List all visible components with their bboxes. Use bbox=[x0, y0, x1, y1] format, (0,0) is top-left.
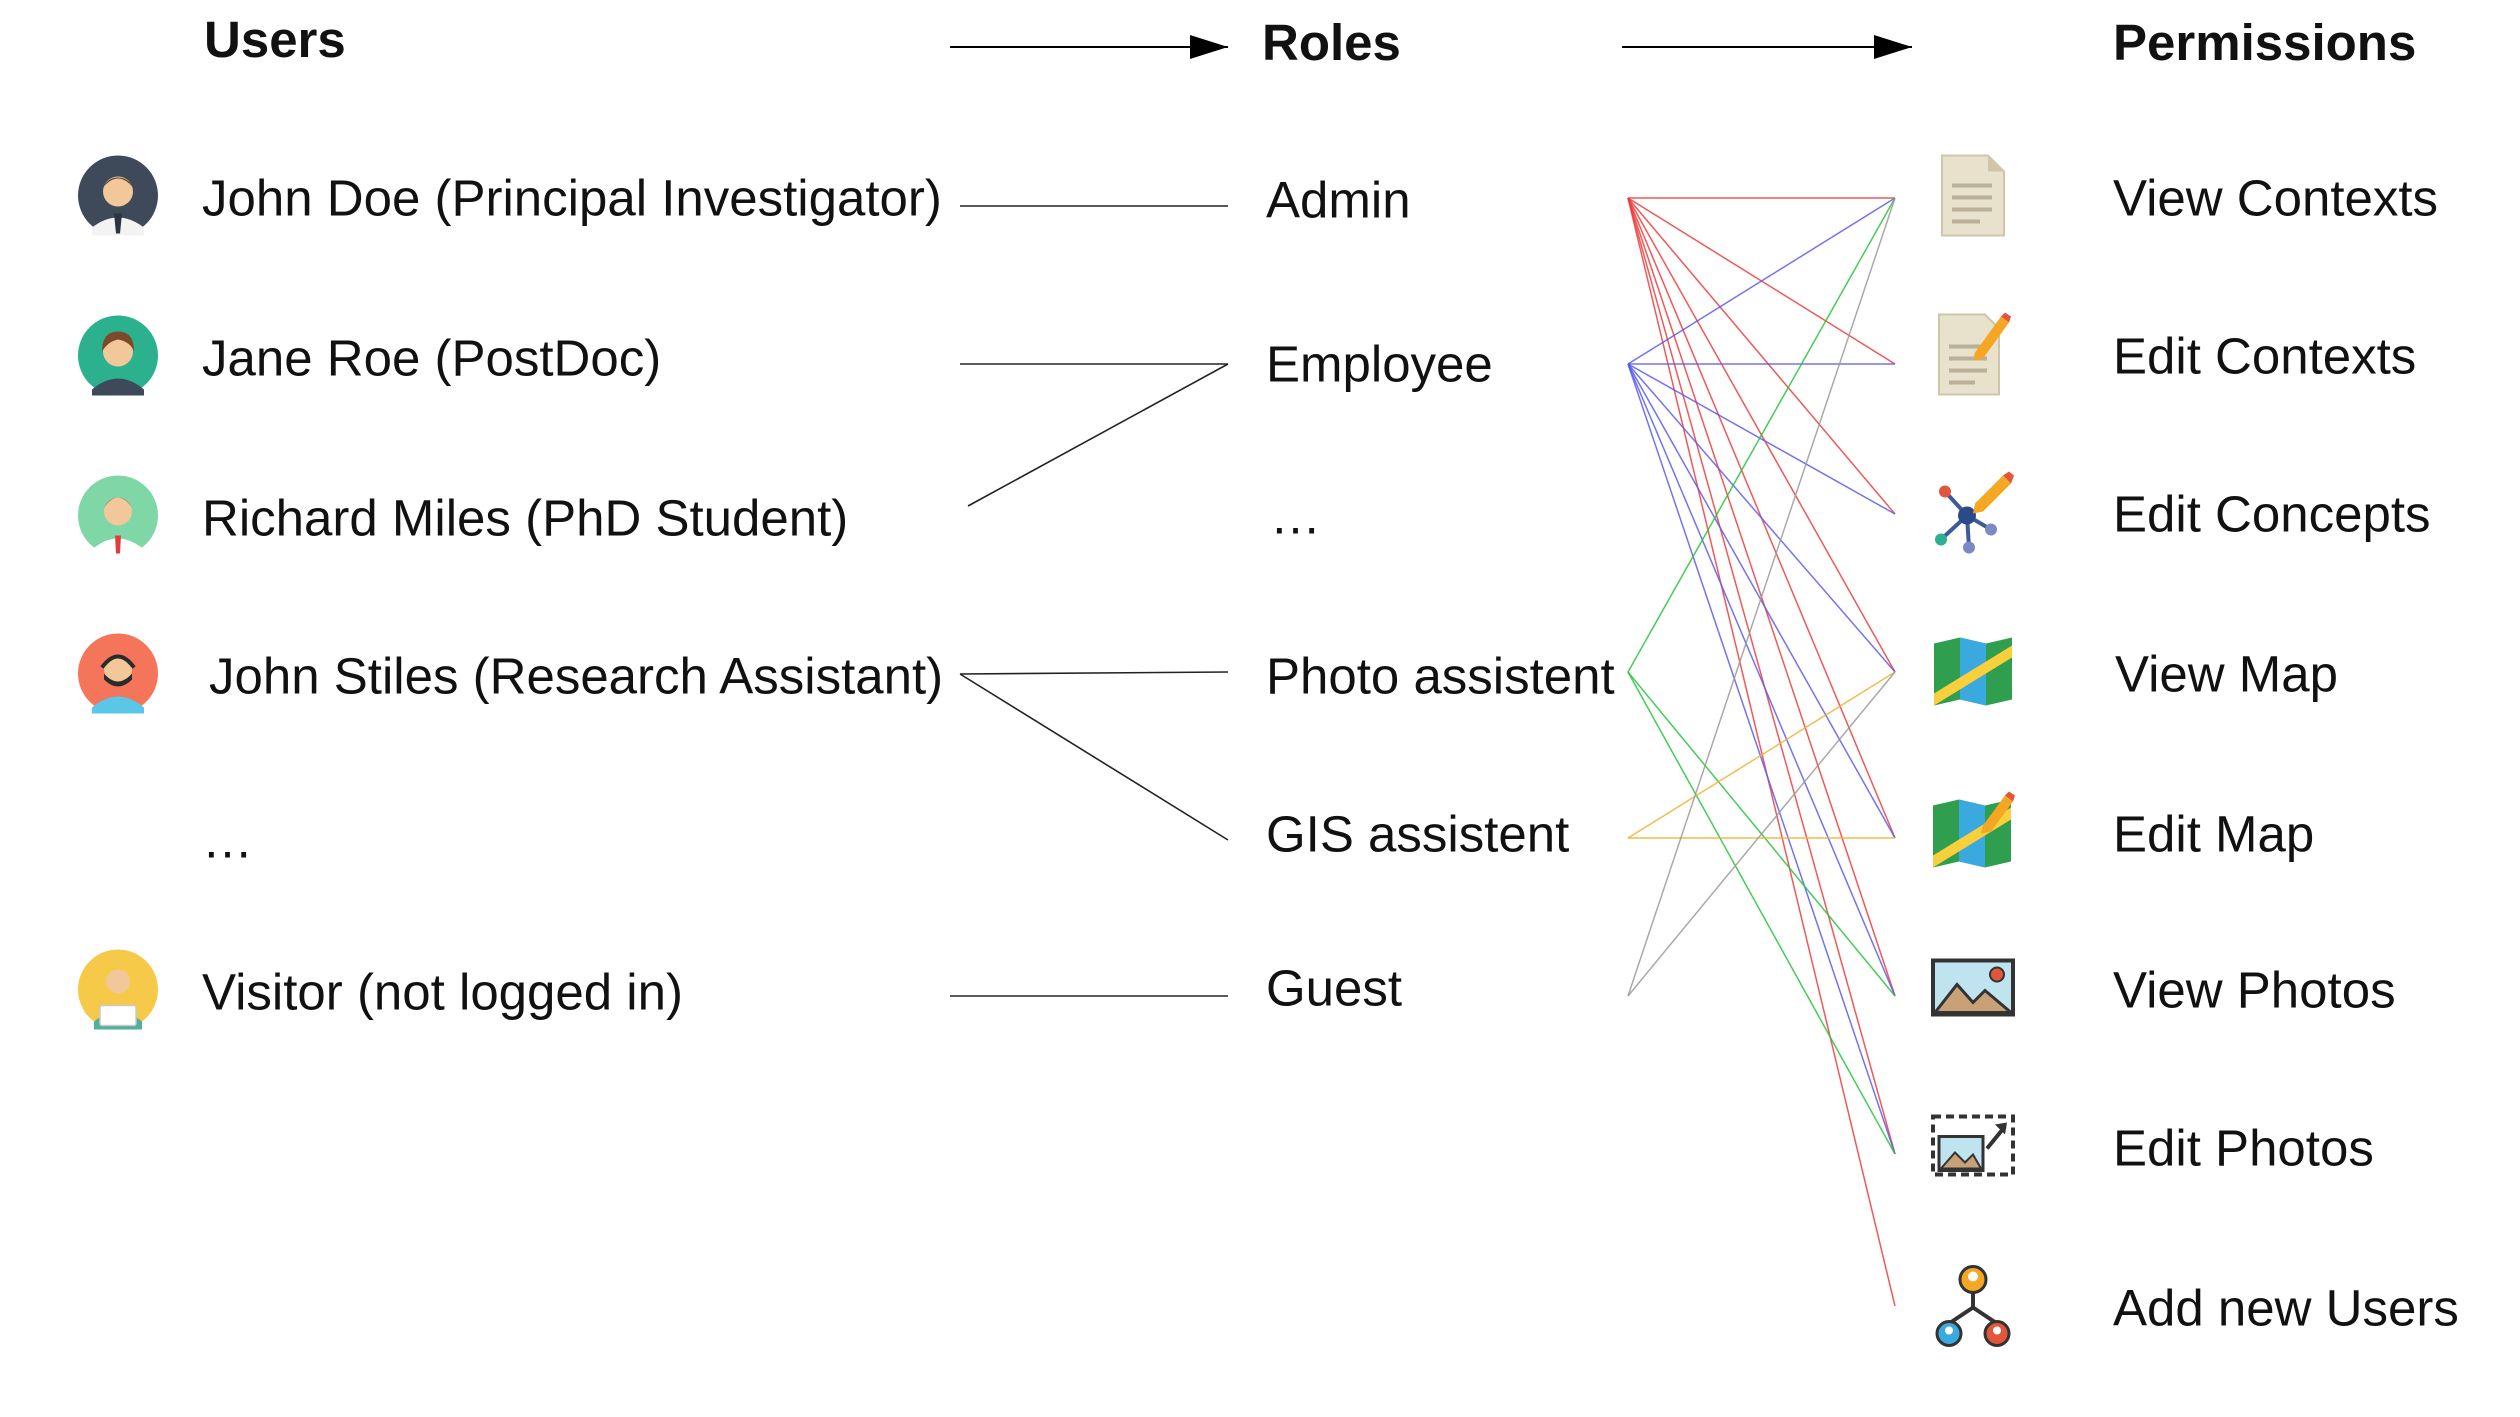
permission-label-view-contexts: View Contexts bbox=[2113, 169, 2439, 227]
role-label-employee: Employee bbox=[1266, 335, 1493, 393]
role-label-admin: Admin bbox=[1266, 171, 1411, 229]
edit-map-icon bbox=[1931, 791, 2015, 877]
role-permission-connector bbox=[1627, 197, 1896, 515]
avatar-man-tie-icon bbox=[78, 475, 158, 561]
permission-label-edit-photos: Edit Photos bbox=[2113, 1119, 2374, 1177]
map-icon bbox=[1932, 636, 2014, 713]
role-permission-connector bbox=[1627, 197, 1896, 1155]
role-permission-connector bbox=[1627, 671, 1896, 839]
edit-document-icon bbox=[1935, 311, 2011, 402]
role-permission-connector bbox=[1627, 363, 1896, 515]
role-label-gis-assistent: GIS assistent bbox=[1266, 805, 1570, 863]
arrowhead bbox=[1190, 35, 1228, 59]
photo-icon bbox=[1931, 958, 2016, 1022]
avatar-man-headset-icon bbox=[78, 633, 158, 719]
concept-network-icon bbox=[1931, 470, 2015, 559]
permissions-header: Permissions bbox=[2113, 14, 2417, 71]
user-hierarchy-icon bbox=[1931, 1264, 2015, 1353]
permission-label-add-new-users: Add new Users bbox=[2113, 1279, 2459, 1337]
role-permission-connector bbox=[1627, 363, 1896, 997]
user-label-visitor: Visitor (not logged in) bbox=[202, 963, 683, 1021]
arrowhead bbox=[1874, 35, 1912, 59]
permission-label-edit-concepts: Edit Concepts bbox=[2113, 485, 2431, 543]
document-icon bbox=[1938, 154, 2008, 243]
avatar-woman-icon bbox=[78, 315, 158, 401]
users-header: Users bbox=[204, 11, 346, 68]
avatar-man-laptop-icon bbox=[78, 949, 158, 1035]
avatar-man-suit-icon bbox=[78, 155, 158, 241]
user-role-connector bbox=[959, 673, 1229, 841]
role-permission-connector bbox=[1627, 363, 1896, 673]
permission-label-edit-map: Edit Map bbox=[2113, 805, 2315, 863]
user-label-john-doe: John Doe (Principal Investigator) bbox=[202, 169, 942, 227]
user-role-connector bbox=[967, 363, 1229, 507]
role-label-guest: Guest bbox=[1266, 959, 1403, 1017]
role-permission-connector bbox=[1627, 363, 1896, 1155]
permission-label-view-map: View Map bbox=[2115, 645, 2339, 703]
permission-label-edit-contexts: Edit Contexts bbox=[2113, 327, 2417, 385]
user-label-more: … bbox=[202, 811, 253, 869]
role-permission-connector bbox=[1627, 671, 1896, 1155]
permission-label-view-photos: View Photos bbox=[2113, 961, 2396, 1019]
role-label-photo-assistent: Photo assistent bbox=[1266, 647, 1615, 705]
edit-photo-icon bbox=[1931, 1114, 2015, 1182]
user-label-john-stiles: John Stiles (Research Assistant) bbox=[209, 647, 944, 705]
user-label-jane-roe: Jane Roe (PostDoc) bbox=[202, 329, 662, 387]
roles-header: Roles bbox=[1262, 14, 1401, 71]
user-role-connector bbox=[959, 671, 1229, 675]
user-label-richard-miles: Richard Miles (PhD Student) bbox=[202, 489, 849, 547]
role-label-more: … bbox=[1270, 487, 1321, 545]
